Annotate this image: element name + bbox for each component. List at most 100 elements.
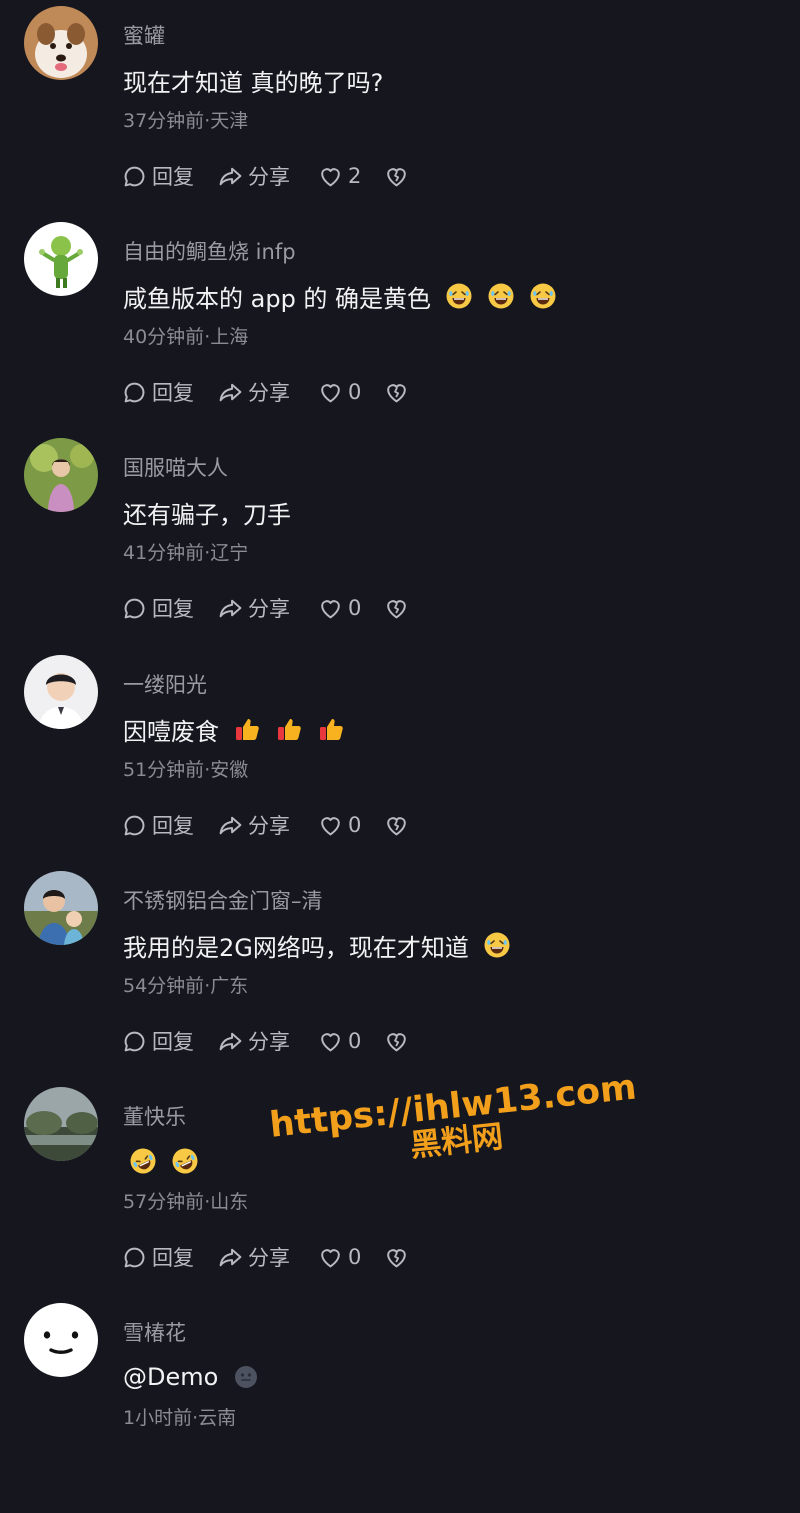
thumbs-up-emoji <box>317 715 345 743</box>
avatar[interactable] <box>24 222 98 296</box>
comment-time: 51分钟前 <box>123 759 205 781</box>
like-button[interactable]: 0 <box>318 1029 384 1054</box>
comment-location: 广东 <box>210 975 249 997</box>
share-button[interactable]: 分享 <box>218 1242 318 1272</box>
share-icon <box>218 596 243 621</box>
comment-time: 54分钟前 <box>123 975 205 997</box>
username[interactable]: 蜜罐 <box>123 20 165 50</box>
share-button[interactable]: 分享 <box>218 1026 318 1056</box>
reply-label: 回复 <box>152 1246 194 1270</box>
like-button[interactable]: 0 <box>318 813 384 838</box>
reply-button[interactable]: 回复 <box>122 810 218 840</box>
avatar[interactable] <box>24 1087 98 1161</box>
like-count: 0 <box>348 1029 362 1053</box>
comment-text: 现在才知道 真的晚了吗? <box>123 62 383 98</box>
like-count: 0 <box>348 380 362 404</box>
username[interactable]: 不锈钢铝合金门窗–清 <box>123 885 323 915</box>
comment-location: 天津 <box>210 110 249 132</box>
share-button[interactable]: 分享 <box>218 810 318 840</box>
broken-heart-icon <box>384 1029 409 1054</box>
share-button[interactable]: 分享 <box>218 161 318 191</box>
reply-icon <box>122 164 147 189</box>
comment-body: 因噎废食 <box>123 717 219 746</box>
heart-icon <box>318 596 343 621</box>
comment-actions: 回复 分享 0 <box>122 1237 409 1277</box>
comment-meta: 41分钟前·辽宁 <box>123 538 248 565</box>
username[interactable]: 自由的鲷鱼烧 infp <box>123 236 296 266</box>
reply-button[interactable]: 回复 <box>122 593 218 623</box>
heart-icon <box>318 380 343 405</box>
like-button[interactable]: 0 <box>318 380 384 405</box>
dislike-button[interactable] <box>384 164 409 189</box>
comment-location: 云南 <box>198 1407 237 1429</box>
username[interactable]: 雪椿花 <box>123 1317 186 1347</box>
comment-meta: 51分钟前·安徽 <box>123 755 248 782</box>
reply-button[interactable]: 回复 <box>122 377 218 407</box>
reply-label: 回复 <box>152 814 194 838</box>
broken-heart-icon <box>384 596 409 621</box>
reply-icon <box>122 813 147 838</box>
comment-body: 咸鱼版本的 app 的 确是黄色 <box>123 284 432 313</box>
like-button[interactable]: 0 <box>318 1245 384 1270</box>
broken-heart-icon <box>384 813 409 838</box>
comment-meta: 1小时前·云南 <box>123 1403 236 1430</box>
comment-item[interactable]: 蜜罐 现在才知道 真的晚了吗? 37分钟前·天津 回复 分享 2 <box>0 0 800 216</box>
comment-text: 我用的是2G网络吗，现在才知道 <box>123 927 511 963</box>
reply-button[interactable]: 回复 <box>122 161 218 191</box>
share-label: 分享 <box>248 1246 290 1270</box>
reply-button[interactable]: 回复 <box>122 1026 218 1056</box>
comment-actions: 回复 分享 0 <box>122 805 409 845</box>
rolling-laughing-emoji <box>171 1147 199 1175</box>
share-label: 分享 <box>248 165 290 189</box>
comment-item[interactable]: 不锈钢铝合金门窗–清 我用的是2G网络吗，现在才知道 54分钟前·广东 回复 分… <box>0 865 800 1081</box>
like-button[interactable]: 2 <box>318 164 384 189</box>
avatar[interactable] <box>24 871 98 945</box>
broken-heart-icon <box>384 1245 409 1270</box>
dislike-button[interactable] <box>384 596 409 621</box>
comment-item[interactable]: 雪椿花 @Demo 1小时前·云南 <box>0 1297 800 1513</box>
dislike-button[interactable] <box>384 813 409 838</box>
comment-time: 1小时前 <box>123 1407 193 1429</box>
comment-actions: 回复 分享 0 <box>122 372 409 412</box>
reply-button[interactable]: 回复 <box>122 1242 218 1272</box>
comment-actions: 回复 分享 0 <box>122 1021 409 1061</box>
comment-meta: 40分钟前·上海 <box>123 322 248 349</box>
grinning-sweat-emoji <box>483 931 511 959</box>
share-label: 分享 <box>248 814 290 838</box>
comment-item[interactable]: 一缕阳光 因噎废食 51分钟前·安徽 回复 分享 0 <box>0 649 800 865</box>
share-button[interactable]: 分享 <box>218 593 318 623</box>
username[interactable]: 董快乐 <box>123 1101 186 1131</box>
avatar[interactable] <box>24 655 98 729</box>
comment-meta: 57分钟前·山东 <box>123 1187 248 1214</box>
comment-item[interactable]: 国服喵大人 还有骗子，刀手 41分钟前·辽宁 回复 分享 0 <box>0 432 800 648</box>
username[interactable]: 国服喵大人 <box>123 452 228 482</box>
comment-actions: 回复 分享 2 <box>122 156 409 196</box>
avatar[interactable] <box>24 438 98 512</box>
grinning-sweat-emoji <box>529 282 557 310</box>
like-count: 0 <box>348 813 362 837</box>
comment-body: @Demo <box>123 1363 219 1391</box>
like-button[interactable]: 0 <box>318 596 384 621</box>
comment-location: 辽宁 <box>210 542 249 564</box>
comment-time: 40分钟前 <box>123 326 205 348</box>
grinning-sweat-emoji <box>445 282 473 310</box>
comment-meta: 54分钟前·广东 <box>123 971 248 998</box>
dislike-button[interactable] <box>384 380 409 405</box>
comment-body: 现在才知道 真的晚了吗? <box>123 68 384 97</box>
like-count: 0 <box>348 596 362 620</box>
avatar[interactable] <box>24 1303 98 1377</box>
heart-icon <box>318 164 343 189</box>
like-count: 0 <box>348 1245 362 1269</box>
thumbs-up-emoji <box>275 715 303 743</box>
share-icon <box>218 813 243 838</box>
username[interactable]: 一缕阳光 <box>123 669 207 699</box>
dislike-button[interactable] <box>384 1029 409 1054</box>
reply-icon <box>122 380 147 405</box>
share-button[interactable]: 分享 <box>218 377 318 407</box>
dislike-button[interactable] <box>384 1245 409 1270</box>
comment-location: 上海 <box>210 326 249 348</box>
avatar[interactable] <box>24 6 98 80</box>
comment-item[interactable]: 自由的鲷鱼烧 infp 咸鱼版本的 app 的 确是黄色 40分钟前·上海 回复… <box>0 216 800 432</box>
comment-text <box>123 1143 199 1179</box>
share-icon <box>218 380 243 405</box>
